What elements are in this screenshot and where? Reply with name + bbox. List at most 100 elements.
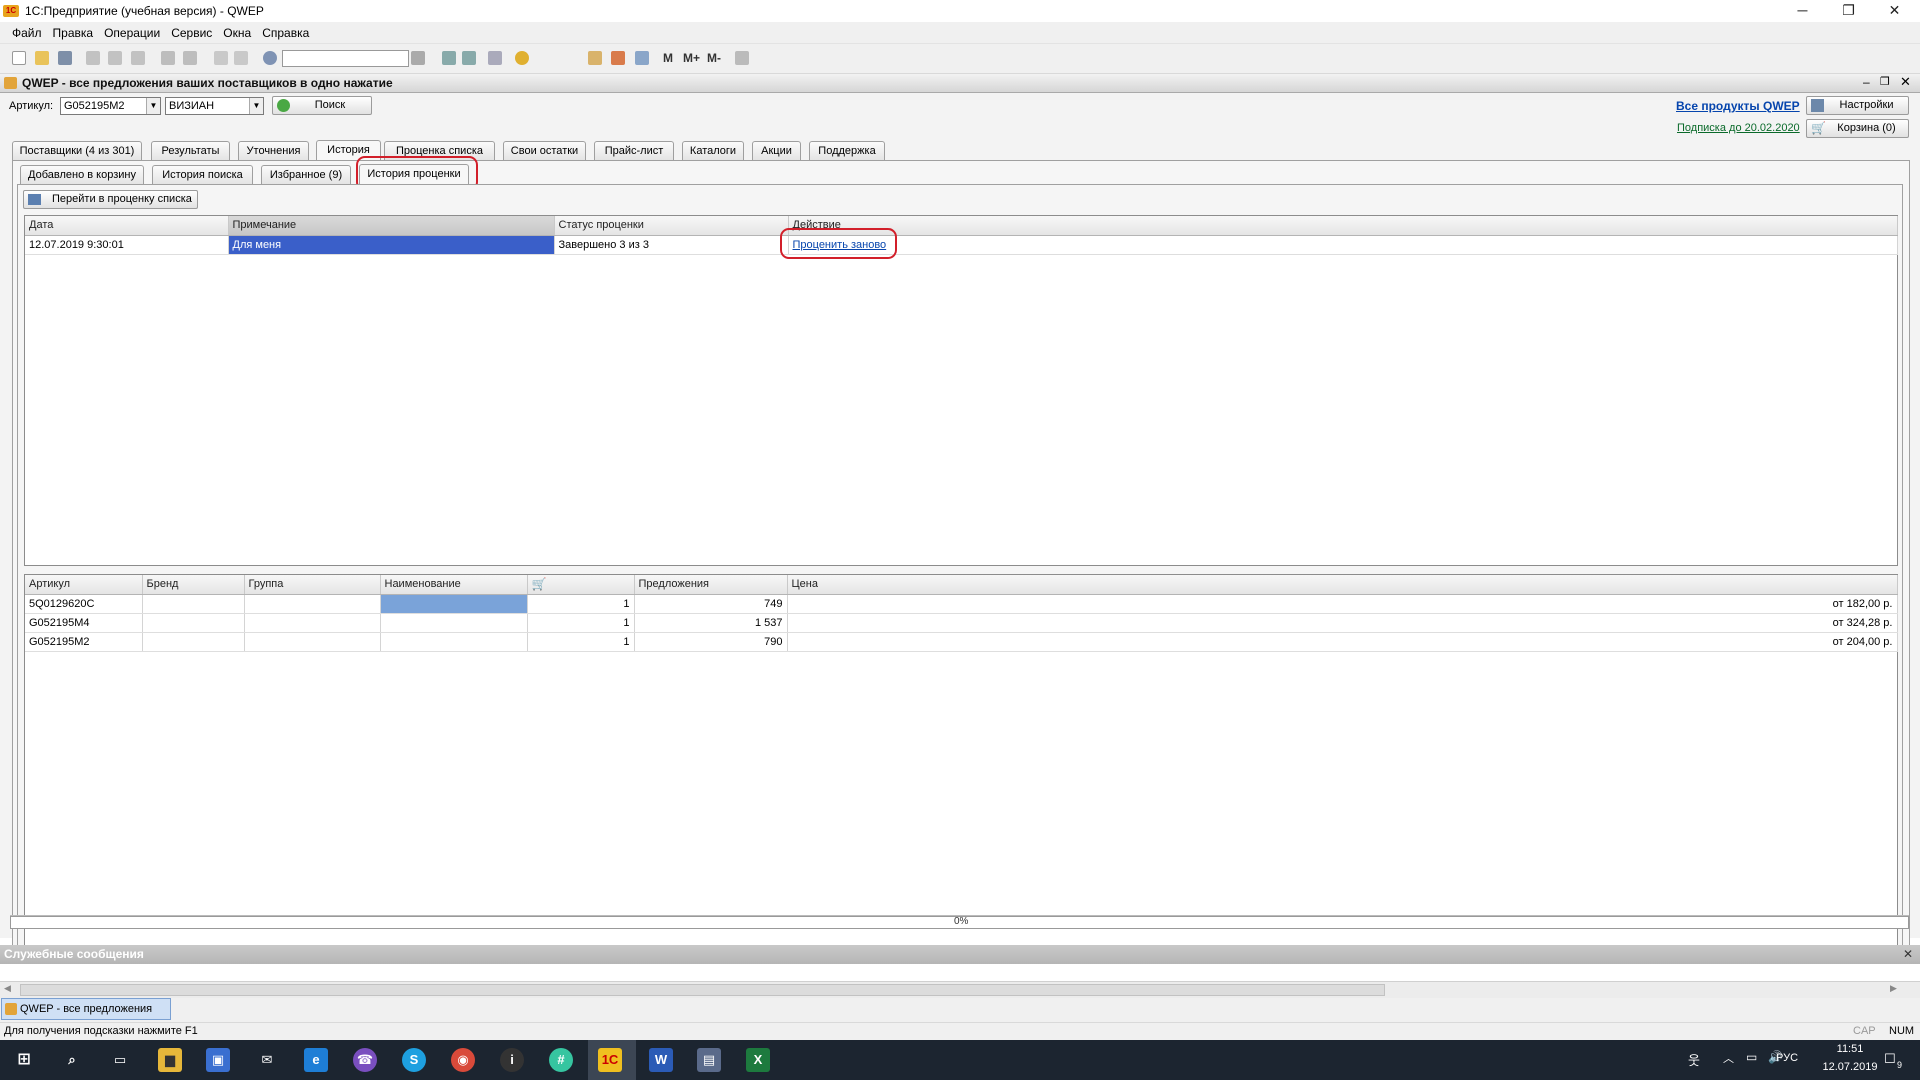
col-article[interactable]: Артикул bbox=[25, 575, 143, 595]
search-button[interactable]: Поиск bbox=[272, 96, 372, 115]
memory-button[interactable]: M bbox=[663, 51, 673, 65]
menu-operations[interactable]: Операции bbox=[104, 26, 160, 40]
table-row[interactable]: G052195M2 1 790 от 204,00 р. bbox=[25, 632, 1898, 652]
info-icon[interactable] bbox=[515, 51, 529, 65]
chevron-down-icon[interactable]: ▼ bbox=[146, 98, 160, 114]
clock-time[interactable]: 11:51 bbox=[1820, 1043, 1880, 1055]
find-input[interactable] bbox=[282, 50, 409, 67]
chrome-icon[interactable]: ◉ bbox=[451, 1048, 475, 1072]
print-icon[interactable] bbox=[161, 51, 175, 65]
subtab-search-history[interactable]: История поиска bbox=[152, 165, 253, 184]
col-price[interactable]: Цена bbox=[787, 575, 1898, 595]
tab-results[interactable]: Результаты bbox=[151, 141, 230, 160]
col-action[interactable]: Действие bbox=[788, 216, 1898, 236]
save-icon[interactable] bbox=[58, 51, 72, 65]
doc-close-icon[interactable]: ✕ bbox=[1900, 74, 1911, 90]
word-icon[interactable]: W bbox=[649, 1048, 673, 1072]
memory-minus-button[interactable]: M- bbox=[707, 51, 721, 65]
store-icon[interactable]: ▣ bbox=[206, 1048, 230, 1072]
tab-support[interactable]: Поддержка bbox=[809, 141, 885, 160]
menu-edit[interactable]: Правка bbox=[53, 26, 94, 40]
notifications-icon[interactable]: ☐ bbox=[1884, 1051, 1896, 1067]
tray-chevron-icon[interactable]: ︿ bbox=[1723, 1050, 1734, 1066]
subscription-link[interactable]: Подписка до 20.02.2020 bbox=[1677, 122, 1800, 134]
explorer-icon[interactable]: ▆ bbox=[158, 1048, 182, 1072]
menu-windows[interactable]: Окна bbox=[223, 26, 251, 40]
calculator-icon[interactable] bbox=[611, 51, 625, 65]
find-dropdown-icon[interactable] bbox=[411, 51, 425, 65]
chevron-down-icon[interactable]: ▼ bbox=[249, 98, 263, 114]
col-note[interactable]: Примечание bbox=[228, 216, 555, 236]
windows-icon[interactable] bbox=[488, 51, 502, 65]
tab-price-list[interactable]: Прайс-лист bbox=[594, 141, 674, 160]
cart-button[interactable]: 🛒 Корзина (0) bbox=[1806, 119, 1909, 138]
undo-icon[interactable] bbox=[214, 51, 228, 65]
copy-icon[interactable] bbox=[108, 51, 122, 65]
col-name[interactable]: Наименование bbox=[380, 575, 528, 595]
scroll-left-icon[interactable]: ◀ bbox=[4, 983, 11, 994]
find-icon[interactable] bbox=[263, 51, 277, 65]
tab-promotions[interactable]: Акции bbox=[752, 141, 801, 160]
info-app-icon[interactable]: i bbox=[500, 1048, 524, 1072]
redo-icon[interactable] bbox=[234, 51, 248, 65]
col-offers[interactable]: Предложения bbox=[634, 575, 788, 595]
find-prev-icon[interactable] bbox=[462, 51, 476, 65]
brand-select[interactable]: ВИЗИАН ▼ bbox=[165, 97, 264, 115]
windows-start-icon[interactable]: ⊞ bbox=[12, 1048, 36, 1072]
table-row[interactable]: 5Q0129620C 1 749 от 182,00 р. bbox=[25, 594, 1898, 614]
find-next-icon[interactable] bbox=[442, 51, 456, 65]
minimize-button[interactable]: ─ bbox=[1780, 0, 1825, 22]
cut-icon[interactable] bbox=[86, 51, 100, 65]
new-document-icon[interactable] bbox=[12, 51, 26, 65]
col-date[interactable]: Дата bbox=[25, 216, 229, 236]
menu-file[interactable]: Файл bbox=[12, 26, 42, 40]
col-group[interactable]: Группа bbox=[244, 575, 381, 595]
settings-icon[interactable] bbox=[635, 51, 649, 65]
doc-minimize-icon[interactable]: – bbox=[1863, 75, 1870, 89]
memory-plus-button[interactable]: M+ bbox=[683, 51, 700, 65]
scroll-right-icon[interactable]: ▶ bbox=[1890, 983, 1897, 994]
col-cart[interactable]: 🛒 bbox=[527, 575, 635, 595]
menu-help[interactable]: Справка bbox=[262, 26, 309, 40]
table-row[interactable]: G052195M4 1 1 537 от 324,28 р. bbox=[25, 613, 1898, 633]
keyboard-language[interactable]: РУС bbox=[1776, 1052, 1798, 1064]
close-window-button[interactable]: ✕ bbox=[1872, 0, 1917, 22]
mail-icon[interactable]: ✉ bbox=[255, 1048, 279, 1072]
search-icon[interactable]: ⌕ bbox=[60, 1048, 84, 1072]
tab-refinements[interactable]: Уточнения bbox=[238, 141, 309, 160]
goto-list-pricing-button[interactable]: Перейти в проценку списка bbox=[23, 190, 198, 209]
table-row[interactable]: 12.07.2019 9:30:01 Для меня Завершено 3 … bbox=[25, 235, 1898, 255]
print-preview-icon[interactable] bbox=[183, 51, 197, 65]
tools-icon[interactable] bbox=[735, 51, 749, 65]
all-products-link[interactable]: Все продукты QWEP bbox=[1676, 99, 1800, 113]
viber-icon[interactable]: ☎ bbox=[353, 1048, 377, 1072]
slack-icon[interactable]: # bbox=[549, 1048, 573, 1072]
messages-close-icon[interactable]: ✕ bbox=[1903, 945, 1913, 964]
people-icon[interactable]: 웃 bbox=[1688, 1050, 1700, 1069]
excel-icon[interactable]: X bbox=[746, 1048, 770, 1072]
1c-app-icon[interactable]: 1С bbox=[598, 1048, 622, 1072]
remote-desktop-icon[interactable]: ▤ bbox=[697, 1048, 721, 1072]
menu-service[interactable]: Сервис bbox=[171, 26, 212, 40]
clock-date[interactable]: 12.07.2019 bbox=[1814, 1061, 1886, 1073]
restore-button[interactable]: ❐ bbox=[1826, 0, 1871, 22]
article-input[interactable]: G052195M2 ▼ bbox=[60, 97, 161, 115]
col-status[interactable]: Статус проценки bbox=[554, 216, 789, 236]
battery-icon[interactable]: ▭ bbox=[1746, 1050, 1757, 1064]
skype-icon[interactable]: S bbox=[402, 1048, 426, 1072]
edge-icon[interactable]: e bbox=[304, 1048, 328, 1072]
task-view-icon[interactable]: ▭ bbox=[108, 1048, 132, 1072]
calendar-icon[interactable] bbox=[588, 51, 602, 65]
subtab-favorites[interactable]: Избранное (9) bbox=[261, 165, 351, 184]
horizontal-scrollbar[interactable]: ◀ ▶ bbox=[0, 981, 1920, 998]
open-folder-icon[interactable] bbox=[35, 51, 49, 65]
window-tab-qwep[interactable]: QWEP - все предложения в... bbox=[1, 998, 171, 1035]
subtab-added-to-cart[interactable]: Добавлено в корзину bbox=[20, 165, 144, 184]
paste-icon[interactable] bbox=[131, 51, 145, 65]
col-brand[interactable]: Бренд bbox=[142, 575, 245, 595]
tab-suppliers[interactable]: Поставщики (4 из 301) bbox=[12, 141, 142, 160]
scrollbar-thumb[interactable] bbox=[20, 984, 1385, 996]
doc-restore-icon[interactable]: ❐ bbox=[1880, 75, 1890, 88]
tab-own-stock[interactable]: Свои остатки bbox=[503, 141, 586, 160]
settings-button[interactable]: Настройки bbox=[1806, 96, 1909, 115]
